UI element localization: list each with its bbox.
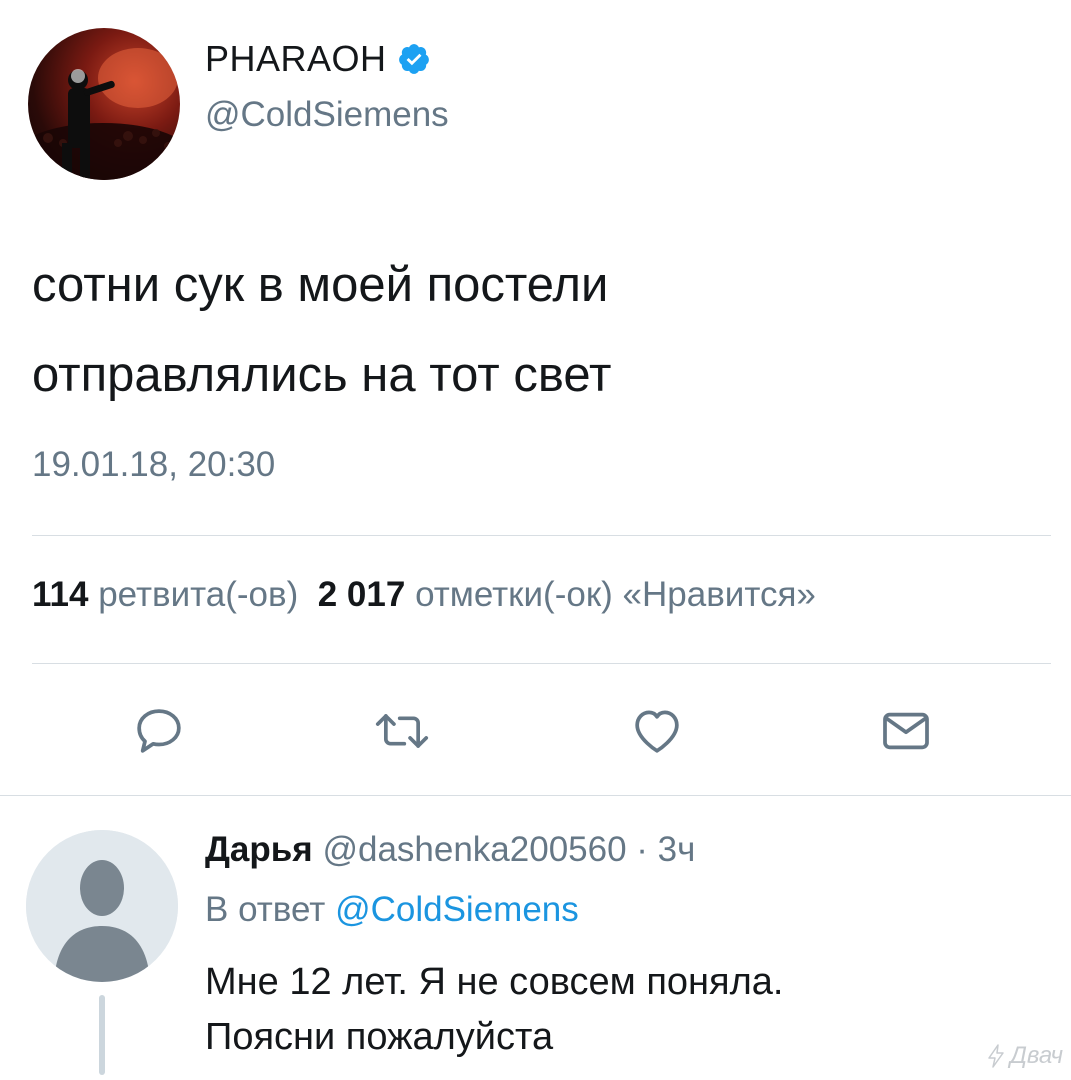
like-button[interactable] — [621, 695, 693, 767]
divider — [0, 795, 1071, 796]
retweet-icon — [375, 714, 429, 748]
reply-header: Дарья @dashenka200560 · 3ч — [205, 830, 695, 870]
reply-author-avatar[interactable] — [26, 830, 178, 982]
reply-author-name[interactable]: Дарья — [205, 830, 313, 869]
default-user-avatar — [26, 830, 178, 982]
retweet-button[interactable] — [366, 695, 438, 767]
lightning-icon — [988, 1044, 1004, 1068]
retweets-label: ретвита(-ов) — [98, 575, 299, 614]
reply-icon — [137, 709, 181, 753]
reply-text: Мне 12 лет. Я не совсем поняла. Поясни п… — [205, 955, 783, 1065]
likes-stat[interactable]: 2 017 отметки(-ок) «Нравится» — [318, 575, 816, 614]
tweet-text: сотни сук в моей постели отправлялись на… — [32, 240, 1032, 420]
retweets-count: 114 — [32, 575, 89, 614]
tweet-line: отправлялись на тот свет — [32, 348, 612, 402]
watermark: Двач — [986, 1042, 1063, 1070]
retweets-stat[interactable]: 114 ретвита(-ов) — [32, 575, 298, 614]
watermark-text: Двач — [1009, 1042, 1063, 1069]
author-name-row: PHARAOH — [205, 38, 431, 80]
divider — [32, 663, 1051, 664]
reply-to-mention-link[interactable]: @ColdSiemens — [335, 890, 579, 929]
author-avatar[interactable] — [28, 28, 180, 180]
reply-to-line: В ответ @ColdSiemens — [205, 890, 579, 930]
reply-line: Поясни пожалуйста — [205, 1016, 554, 1058]
likes-count: 2 017 — [317, 575, 406, 614]
direct-message-button[interactable] — [870, 695, 942, 767]
likes-label: отметки(-ок) «Нравится» — [415, 575, 816, 614]
thread-connector-line — [99, 995, 105, 1075]
concert-photo-avatar — [28, 48, 180, 180]
tweet-stats: 114 ретвита(-ов) 2 017 отметки(-ок) «Нра… — [32, 575, 816, 615]
author-display-name[interactable]: PHARAOH — [205, 38, 387, 80]
direct-message-icon — [883, 712, 929, 750]
reply-line: Мне 12 лет. Я не совсем поняла. — [205, 961, 784, 1003]
divider — [32, 535, 1051, 536]
like-icon — [635, 710, 679, 753]
author-handle[interactable]: @ColdSiemens — [205, 95, 449, 135]
tweet-timestamp[interactable]: 19.01.18, 20:30 — [32, 445, 275, 485]
verified-badge-icon — [398, 44, 429, 74]
reply-to-prefix: В ответ — [205, 890, 326, 929]
tweet-line: сотни сук в моей постели — [32, 258, 609, 312]
reply-button[interactable] — [123, 695, 195, 767]
reply-author-handle-time[interactable]: @dashenka200560 · 3ч — [322, 830, 695, 869]
